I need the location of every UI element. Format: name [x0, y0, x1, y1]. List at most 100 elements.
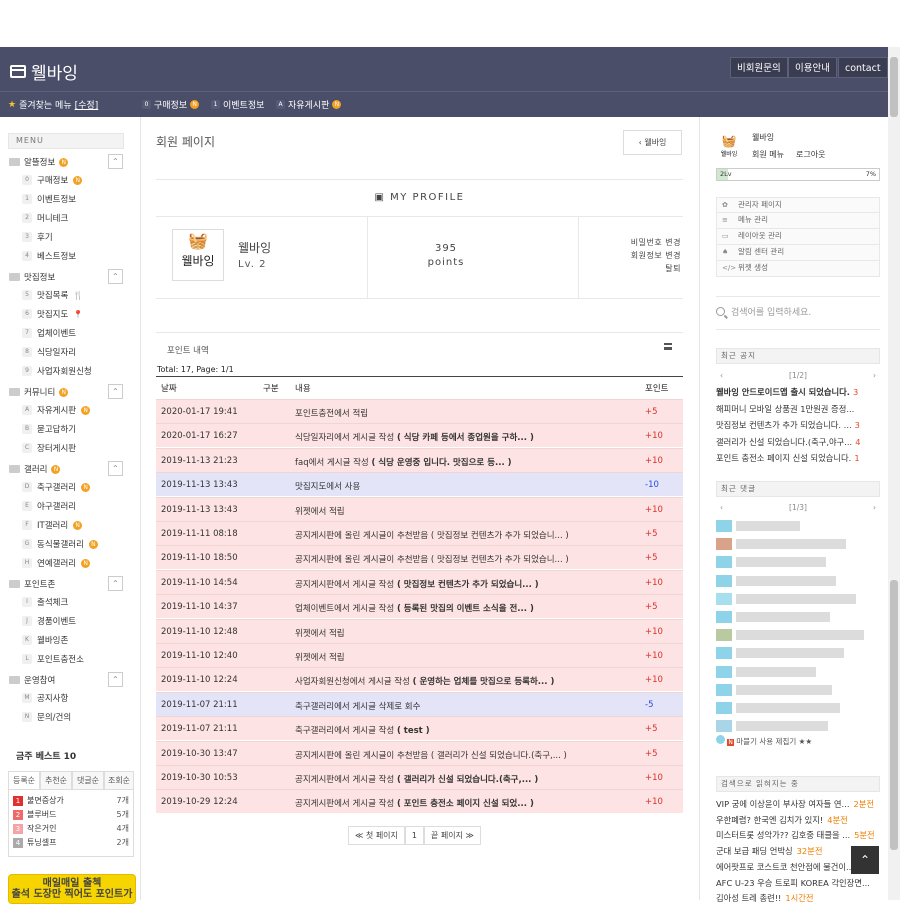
admin-menu-item[interactable]: </> 위젯 생성 — [716, 261, 880, 277]
admin-menu-item[interactable]: ▭ 레이아웃 관리 — [716, 229, 880, 245]
contact-button[interactable]: contact — [838, 57, 888, 78]
table-row[interactable]: 2019-11-07 21:11 축구갤러리에서 게시글 삭제로 회수 -5 — [156, 691, 683, 716]
sidebar-item[interactable]: 8 식당일자리 — [22, 346, 76, 358]
current-page[interactable]: 1 — [404, 826, 424, 845]
tab-recommend[interactable]: 추천순 — [40, 771, 72, 790]
hamburger-icon[interactable] — [664, 343, 672, 350]
sidebar-category[interactable]: 갤러리 N — [9, 463, 61, 475]
fav-item[interactable]: 1 이벤트정보 — [211, 98, 264, 111]
table-row[interactable]: 2019-11-10 14:37 업체이벤트에서 게시글 작성 ( 등록된 맛집의… — [156, 594, 683, 619]
logout-link[interactable]: 로그아웃 — [796, 149, 825, 160]
comment-item[interactable] — [716, 554, 878, 570]
table-row[interactable]: 2019-11-10 14:54 공지게시판에서 게시글 작성 ( 맛집정보 컨텐… — [156, 569, 683, 594]
comment-item[interactable] — [716, 664, 878, 680]
search-input[interactable]: 검색어를 입력하세요. — [716, 305, 811, 318]
trending-item[interactable]: AFC U-23 우승 트로피 KOREA 각인장면... — [716, 877, 882, 889]
table-row[interactable]: 2020-01-17 19:41 포인트충전에서 적립 +5 — [156, 399, 683, 423]
admin-menu-item[interactable]: ♠ 알림 센터 관리 — [716, 245, 880, 261]
sidebar-item[interactable]: L 포인트충전소 — [22, 653, 84, 665]
sidebar-item[interactable]: 3 후기 — [22, 231, 53, 243]
collapse-toggle-icon[interactable]: ⌃ — [108, 269, 123, 284]
collapse-toggle-icon[interactable]: ⌃ — [108, 576, 123, 591]
table-row[interactable]: 2019-11-10 12:48 위젯에서 적립 +10 — [156, 618, 683, 643]
table-row[interactable]: 2019-10-29 12:24 공지게시판에서 게시글 작성 ( 포인트 충전소… — [156, 789, 683, 814]
collapse-toggle-icon[interactable]: ⌃ — [108, 154, 123, 169]
collapse-toggle-icon[interactable]: ⌃ — [108, 384, 123, 399]
comment-item[interactable] — [716, 700, 878, 716]
first-page-button[interactable]: ≪ 첫 페이지 — [348, 826, 405, 845]
comment-item[interactable] — [716, 718, 878, 734]
table-row[interactable]: 2019-11-11 08:18 공지게시판에 올린 게시글이 추천받음 ( 맛집… — [156, 521, 683, 545]
list-item[interactable]: 2 블루버드 5개 — [13, 809, 129, 820]
notice-item[interactable]: 포인트 충전소 페이지 신설 되었습니다. 1 — [716, 452, 866, 464]
notice-item[interactable]: 맛집정보 컨텐츠가 추가 되었습니다. ... 3 — [716, 419, 866, 431]
sidebar-item[interactable]: F IT갤러리 N — [22, 519, 83, 531]
sidebar-item[interactable]: N 문의/건의 — [22, 711, 71, 723]
sidebar-category[interactable]: 맛집정보 — [9, 271, 55, 283]
sidebar-item[interactable]: 5 맛집목록 🍴 — [22, 289, 83, 301]
sidebar-item[interactable]: J 경품이벤트 — [22, 615, 76, 627]
comment-item[interactable] — [716, 627, 878, 643]
sidebar-category[interactable]: 커뮤니티 N — [9, 386, 69, 398]
collapse-toggle-icon[interactable]: ⌃ — [108, 672, 123, 687]
admin-menu-item[interactable]: ≡ 메뉴 관리 — [716, 213, 880, 229]
change-password-link[interactable]: 비밀번호 변경 — [631, 237, 681, 248]
sidebar-item[interactable]: I 출석체크 — [22, 596, 68, 608]
favorite-edit-link[interactable]: [수정] — [75, 98, 99, 111]
table-row[interactable]: 2019-11-13 13:43 위젯에서 적립 +10 — [156, 496, 683, 521]
chevron-left-icon[interactable]: ‹ — [720, 503, 723, 512]
scrollbar-thumb[interactable] — [890, 57, 898, 117]
sidebar-category[interactable]: 포인트존 — [9, 578, 55, 590]
table-row[interactable]: 2019-10-30 13:47 공지게시판에 올린 게시글이 추천받음 ( 갤러… — [156, 740, 683, 765]
last-page-button[interactable]: 끝 페이지 ≫ — [424, 826, 481, 845]
comment-item[interactable] — [716, 573, 878, 589]
trending-item[interactable]: 미스터트롯 성악가?? 김호중 태클을 ... 5분전 — [716, 829, 882, 841]
comment-item[interactable] — [716, 591, 878, 607]
withdraw-link[interactable]: 탈퇴 — [665, 263, 681, 274]
chevron-right-icon[interactable]: › — [873, 503, 876, 512]
chevron-right-icon[interactable]: › — [873, 371, 876, 380]
comment-item[interactable] — [716, 682, 878, 698]
comment-item[interactable] — [716, 536, 878, 552]
sidebar-item[interactable]: H 연예갤러리 N — [22, 557, 91, 569]
tab-comments[interactable]: 댓글순 — [72, 771, 104, 790]
comment-item[interactable] — [716, 609, 878, 625]
sidebar-item[interactable]: G 동식물갤러리 N — [22, 538, 98, 550]
back-button[interactable]: ‹ 웰바잉 — [623, 130, 682, 155]
edit-profile-link[interactable]: 회원정보 변경 — [631, 250, 681, 261]
scrollbar-thumb[interactable] — [890, 580, 898, 850]
sidebar-category[interactable]: 운영참여 — [9, 674, 55, 686]
chevron-left-icon[interactable]: ‹ — [720, 371, 723, 380]
trending-item[interactable]: VIP 궁에 이상윤이 부사장 여자들 연... 2분전 — [716, 798, 882, 810]
sidebar-item[interactable]: 7 업체이벤트 — [22, 327, 76, 339]
sidebar-item[interactable]: C 장터게시판 — [22, 442, 76, 454]
sidebar-item[interactable]: 0 구매정보 N — [22, 174, 83, 186]
sidebar-item[interactable]: E 야구갤러리 — [22, 500, 76, 512]
sidebar-item[interactable]: 1 이벤트정보 — [22, 193, 76, 205]
guide-button[interactable]: 이용안내 — [788, 57, 837, 78]
sidebar-item[interactable]: 6 맛집지도 📍 — [22, 308, 83, 320]
sidebar-item[interactable]: D 축구갤러리 N — [22, 481, 91, 493]
scroll-to-top-button[interactable]: ⌃ — [851, 846, 879, 874]
table-row[interactable]: 2019-11-13 13:43 맛집지도에서 사용 -10 — [156, 472, 683, 497]
table-row[interactable]: 2020-01-17 16:27 식당일자리에서 게시글 작성 ( 식당 카페 등… — [156, 423, 683, 448]
sidebar-category[interactable]: 알뜰정보 N — [9, 156, 69, 168]
sidebar-item[interactable]: M 공지사항 — [22, 692, 68, 704]
list-item[interactable]: 1 불면증상가 7개 — [13, 795, 129, 806]
sidebar-item[interactable]: 4 베스트정보 — [22, 250, 76, 262]
table-row[interactable]: 2019-10-30 10:53 공지게시판에서 게시글 작성 ( 갤러리가 신설… — [156, 765, 683, 789]
sidebar-item[interactable]: B 묻고답하기 — [22, 423, 76, 435]
member-menu-link[interactable]: 회원 메뉴 — [752, 149, 784, 160]
table-row[interactable]: 2019-11-10 12:24 사업자회원신청에서 게시글 작성 ( 운영하는 … — [156, 667, 683, 692]
guest-inquiry-button[interactable]: 비회원문의 — [730, 57, 788, 78]
sidebar-item[interactable]: K 웰바잉존 — [22, 634, 68, 646]
list-item[interactable]: 4 튜닝셀프 2개 — [13, 837, 129, 848]
table-row[interactable]: 2019-11-10 18:50 공지게시판에 올린 게시글이 추천받음 ( 맛집… — [156, 545, 683, 570]
fav-item[interactable]: 0 구매정보 N — [142, 98, 200, 111]
table-row[interactable]: 2019-11-07 21:11 축구갤러리에서 게시글 작성 ( test ) +… — [156, 716, 683, 741]
fav-item[interactable]: A 자유게시판 N — [276, 98, 342, 111]
comment-item[interactable]: N 마블기 사용 제집기 ★★ — [716, 735, 812, 747]
trending-item[interactable]: 우한폐렴? 한국엔 김치가 있지! 4분전 — [716, 814, 882, 826]
comment-item[interactable] — [716, 645, 878, 661]
trending-item[interactable]: 김아성 트레 총련!! 1시간전 — [716, 892, 882, 904]
